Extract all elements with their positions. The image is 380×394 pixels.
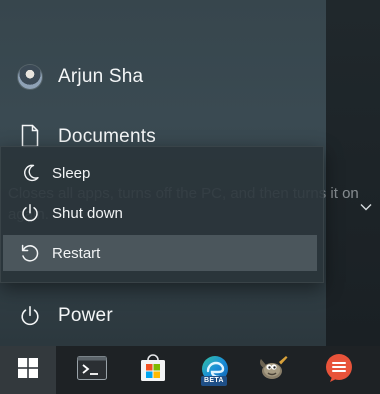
shut-down-option[interactable]: Shut down — [3, 195, 317, 231]
gimp-icon — [257, 354, 289, 387]
moon-icon — [19, 162, 41, 184]
power-icon — [18, 303, 42, 329]
terminal-taskbar-button[interactable] — [64, 346, 120, 394]
power-item[interactable]: Power — [18, 303, 113, 329]
power-icon — [19, 202, 41, 224]
chevron-down-icon[interactable] — [359, 200, 373, 214]
power-options-menu: Sleep Shut down Restart — [0, 146, 324, 283]
restart-icon — [19, 242, 41, 264]
start-button[interactable] — [0, 346, 56, 394]
beta-badge: BETA — [201, 376, 227, 386]
chat-app-icon — [324, 353, 354, 388]
taskbar: BETA — [0, 346, 380, 394]
edge-beta-taskbar-button[interactable]: BETA — [187, 346, 243, 394]
sleep-label: Sleep — [52, 164, 91, 182]
edge-beta-icon: BETA — [200, 354, 230, 386]
chat-taskbar-button[interactable] — [311, 346, 367, 394]
gimp-taskbar-button[interactable] — [245, 346, 301, 394]
sleep-option[interactable]: Sleep — [3, 155, 317, 191]
power-label: Power — [58, 305, 113, 326]
store-taskbar-button[interactable] — [125, 346, 181, 394]
shut-down-label: Shut down — [52, 204, 123, 222]
user-account-item[interactable]: Arjun Sha — [18, 65, 143, 89]
store-icon — [139, 353, 167, 387]
user-avatar — [18, 65, 42, 89]
windows-logo-icon — [18, 357, 38, 383]
user-name: Arjun Sha — [58, 66, 144, 87]
documents-label: Documents — [58, 126, 156, 147]
restart-option[interactable]: Restart — [3, 235, 317, 271]
start-menu-right-strip — [326, 0, 380, 346]
restart-label: Restart — [52, 244, 101, 262]
terminal-icon — [77, 355, 107, 385]
